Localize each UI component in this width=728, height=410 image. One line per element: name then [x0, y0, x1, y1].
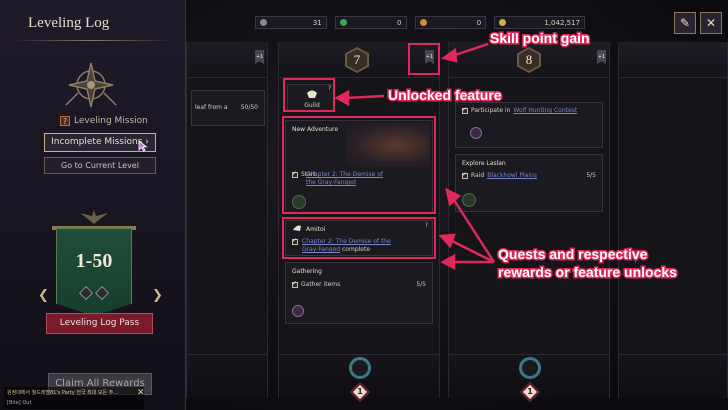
- quest-highlight-1: [282, 116, 436, 214]
- leveling-log-screen: Leveling Log ? Leveling Mission Incomple…: [0, 0, 728, 410]
- skill-point-annotation: Skill point gain: [489, 29, 592, 48]
- unlocked-feature-highlight: [283, 78, 335, 112]
- quests-annotation-line2: rewards or feature unlocks: [497, 263, 679, 282]
- unlocked-feature-annotation: Unlocked feature: [387, 86, 504, 105]
- quest-highlight-2: [282, 217, 436, 259]
- quests-annotation-line1: Quests and respective: [496, 245, 648, 264]
